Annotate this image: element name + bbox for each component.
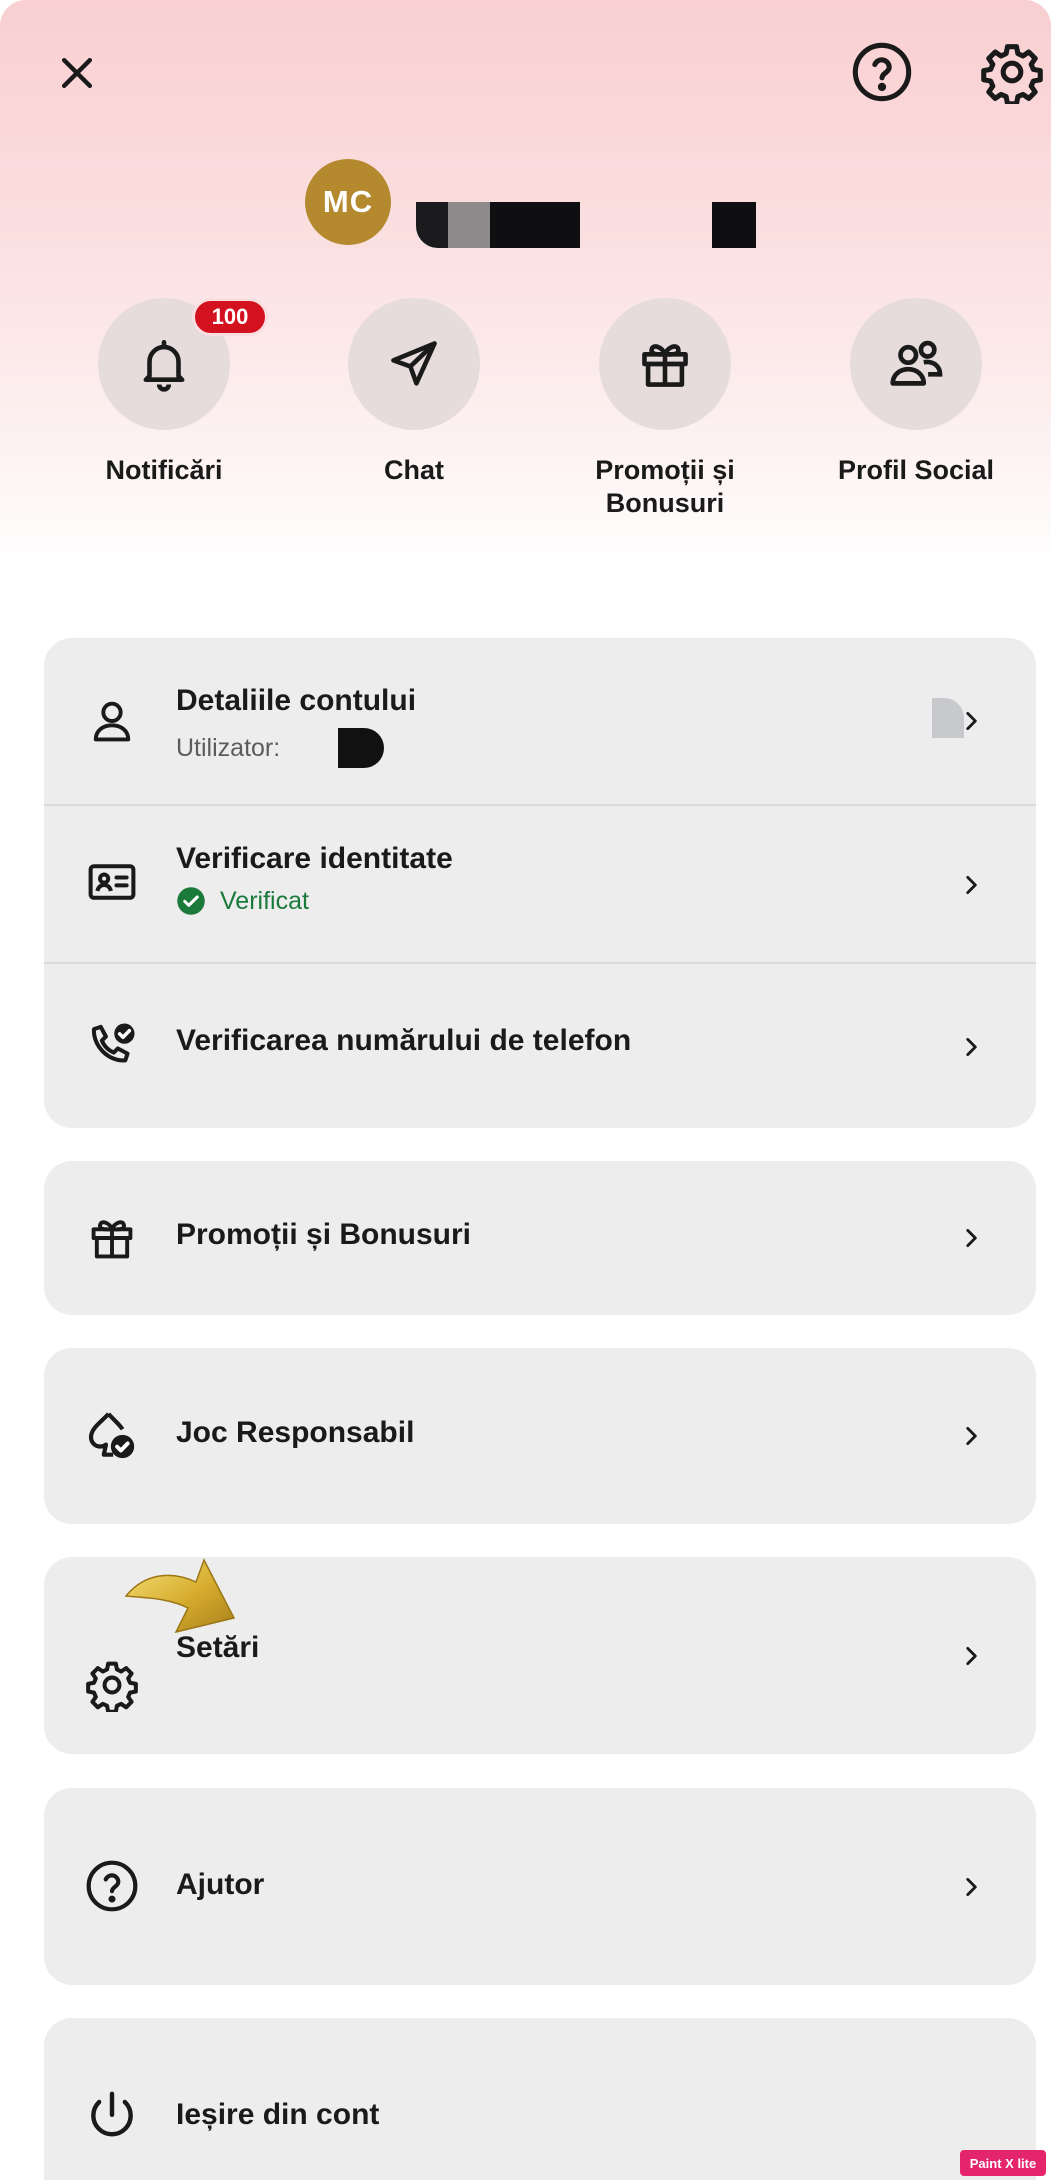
username-field: Utilizator: [176, 728, 416, 768]
avatar: MC [305, 159, 391, 245]
phone-check-icon-wrap [84, 1018, 140, 1074]
send-icon [391, 341, 437, 386]
username-label: Utilizator: [176, 733, 281, 762]
quick-action-chat[interactable]: Chat [314, 298, 514, 487]
help-circle-icon-wrap [84, 1858, 140, 1914]
phone-verification-row[interactable]: Verificarea numărului de telefon [44, 962, 1036, 1128]
logout-card: Ieșire din cont [44, 2018, 1036, 2180]
responsible-gaming-title: Joc Responsabil [176, 1416, 415, 1449]
promotions-row[interactable]: Promoții și Bonusuri [44, 1161, 1036, 1315]
chevron-right-icon [956, 706, 986, 736]
verified-label: Verificat [220, 886, 309, 915]
gift-icon-wrap [84, 1210, 140, 1266]
promotions-card: Promoții și Bonusuri [44, 1161, 1036, 1315]
quick-action-circle: 100 [98, 298, 268, 430]
identity-verification-title: Verificare identitate [176, 842, 453, 875]
quick-action-circle [599, 298, 731, 430]
chevron-right-icon [956, 1032, 986, 1062]
user-icon-wrap [84, 693, 140, 749]
redacted-username [338, 728, 385, 768]
help-button[interactable] [846, 36, 918, 108]
profile-header: MC [305, 157, 391, 247]
close-button[interactable] [44, 40, 110, 106]
gear-icon [981, 44, 1043, 104]
verified-status: Verificat [176, 886, 453, 916]
users-icon [890, 340, 943, 386]
top-bar [0, 0, 1051, 140]
help-title: Ajutor [176, 1868, 265, 1901]
quick-action-label: Profil Social [837, 455, 995, 485]
quick-action-circle [348, 298, 480, 430]
help-circle-icon [86, 1860, 138, 1912]
spade-check-icon [88, 1412, 135, 1459]
account-menu-screen: MC 100 Notificări Chat Promoții și Bonus… [0, 0, 1051, 2180]
gear-icon [86, 1661, 138, 1712]
quick-action-label: Chat [384, 455, 444, 485]
spade-check-icon-wrap [84, 1408, 140, 1464]
quick-action-social-profile[interactable]: Profil Social [816, 298, 1016, 487]
bell-icon [143, 339, 185, 392]
chevron-right-icon [956, 870, 986, 900]
chevron-right-icon [956, 1421, 986, 1451]
id-card-icon [88, 864, 136, 900]
quick-action-circle [850, 298, 982, 430]
account-card: Detaliile contului Utilizator: Verificar… [44, 638, 1036, 1128]
id-card-icon-wrap [84, 854, 140, 910]
logout-title: Ieșire din cont [176, 2098, 380, 2131]
chevron-right-icon [956, 1223, 986, 1253]
power-icon-wrap [84, 2088, 140, 2144]
quick-action-label: Promoții și Bonusuri [595, 455, 735, 518]
gear-icon-wrap [84, 1657, 140, 1713]
chevron-right-icon [956, 1872, 986, 1902]
gift-icon [642, 344, 688, 387]
settings-title: Setări [176, 1631, 260, 1664]
quick-action-label: Notificări [105, 455, 223, 485]
identity-verification-row[interactable]: Verificare identitate Verificat [44, 804, 1036, 962]
close-icon [61, 57, 93, 89]
user-icon [93, 701, 131, 742]
quick-action-notifications[interactable]: 100 Notificări [64, 298, 268, 487]
settings-button[interactable] [976, 36, 1048, 108]
redacted-name [490, 202, 580, 248]
responsible-gaming-row[interactable]: Joc Responsabil [44, 1348, 1036, 1524]
pointer-arrow-icon [124, 1558, 236, 1634]
help-row[interactable]: Ajutor [44, 1788, 1036, 1985]
gift-icon [91, 1220, 133, 1259]
notification-count-badge: 100 [192, 298, 268, 336]
power-icon [91, 2091, 133, 2137]
quick-action-promotions[interactable]: Promoții și Bonusuri [565, 298, 765, 520]
account-details-title: Detaliile contului [176, 684, 417, 717]
watermark: Paint X lite [960, 2150, 1046, 2176]
responsible-gaming-card: Joc Responsabil [44, 1348, 1036, 1524]
account-details-row[interactable]: Detaliile contului Utilizator: [44, 638, 1036, 804]
help-card: Ajutor [44, 1788, 1036, 1985]
redacted-name [416, 202, 448, 248]
check-circle-icon [177, 887, 205, 915]
phone-check-icon [91, 1023, 135, 1063]
logout-row[interactable]: Ieșire din cont [44, 2018, 1036, 2180]
promotions-title: Promoții și Bonusuri [176, 1218, 472, 1251]
redacted-name [448, 202, 490, 248]
redacted-name [712, 202, 756, 248]
chevron-right-icon [956, 1641, 986, 1671]
phone-verification-title: Verificarea numărului de telefon [176, 1024, 632, 1057]
help-circle-icon [852, 42, 912, 102]
